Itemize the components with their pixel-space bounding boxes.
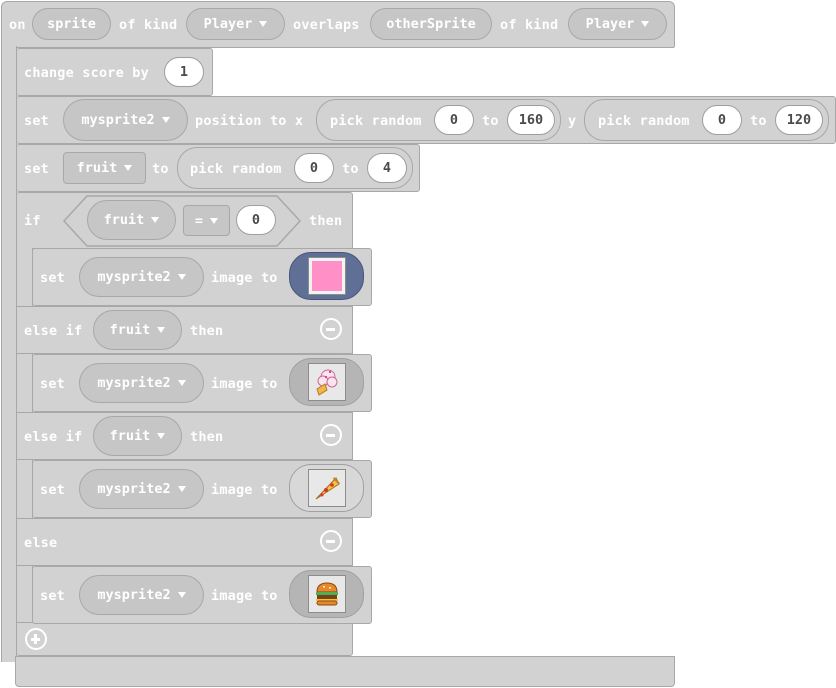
chevron-down-icon: [177, 486, 186, 492]
other-sprite-variable-dropdown[interactable]: otherSprite: [370, 8, 492, 40]
event-block-footer: [15, 656, 675, 687]
overlaps-label: overlaps: [293, 17, 360, 33]
fruit-max-field[interactable]: 4: [367, 153, 407, 183]
if-label: if: [24, 213, 41, 229]
change-score-label: change score by: [24, 65, 149, 81]
pizza-image: [307, 469, 346, 507]
set-label: set: [40, 270, 65, 286]
position-to-x-label: position to x: [195, 113, 304, 129]
remove-branch-icon[interactable]: [320, 318, 342, 340]
image-picker-selected[interactable]: [289, 252, 364, 300]
image-to-label: image to: [211, 482, 278, 498]
chevron-down-icon: [151, 217, 160, 223]
fruit-variable-dropdown[interactable]: fruit: [93, 416, 182, 456]
of-kind-label-2: of kind: [500, 17, 559, 33]
of-kind-label: of kind: [119, 17, 178, 33]
ice-cream-image: [307, 363, 346, 401]
compare-value-field[interactable]: 0: [236, 205, 276, 235]
x-min-field[interactable]: 0: [434, 105, 474, 135]
burger-image: [307, 575, 346, 613]
pink-square-image: [307, 257, 346, 295]
chevron-down-icon: [177, 380, 186, 386]
else-header: [16, 518, 353, 566]
on-label: on: [9, 17, 26, 33]
image-sprite-dropdown[interactable]: mysprite2: [79, 363, 204, 403]
pick-random-label: pick random: [190, 161, 282, 177]
image-picker[interactable]: [289, 570, 364, 618]
score-value-field[interactable]: 1: [164, 57, 204, 87]
image-sprite-dropdown[interactable]: mysprite2: [79, 469, 204, 509]
set-label: set: [24, 161, 49, 177]
position-sprite-dropdown[interactable]: mysprite2: [63, 99, 188, 141]
to-label-2: to: [750, 113, 767, 129]
to-label-2: to: [342, 161, 359, 177]
sprite-variable-dropdown[interactable]: sprite: [32, 8, 111, 40]
chevron-down-icon: [177, 592, 186, 598]
chevron-down-icon: [259, 21, 268, 27]
chevron-down-icon: [161, 117, 170, 123]
y-label: y: [568, 113, 577, 129]
event-block-body-bar: [1, 46, 17, 662]
x-max-field[interactable]: 160: [507, 105, 555, 135]
kind-dropdown-1[interactable]: Player: [186, 8, 285, 40]
to-label: to: [482, 113, 499, 129]
remove-branch-icon[interactable]: [320, 530, 342, 552]
image-sprite-dropdown[interactable]: mysprite2: [79, 575, 204, 615]
else-if-label: else if: [24, 429, 83, 445]
chevron-down-icon: [177, 274, 186, 280]
kind-dropdown-2[interactable]: Player: [568, 8, 667, 40]
image-sprite-dropdown[interactable]: mysprite2: [79, 257, 204, 297]
chevron-down-icon: [157, 327, 166, 333]
set-label: set: [40, 376, 65, 392]
y-max-field[interactable]: 120: [775, 105, 823, 135]
pick-random-label-2: pick random: [598, 113, 690, 129]
image-to-label: image to: [211, 376, 278, 392]
fruit-variable-dropdown[interactable]: fruit: [63, 152, 146, 184]
else-if-label: else if: [24, 323, 83, 339]
add-branch-icon[interactable]: [25, 628, 47, 650]
set-label: set: [40, 588, 65, 604]
image-to-label: image to: [211, 588, 278, 604]
chevron-down-icon: [210, 217, 219, 224]
chevron-down-icon: [124, 165, 133, 171]
image-picker[interactable]: [289, 464, 364, 512]
then-label: then: [190, 323, 224, 339]
then-label: then: [190, 429, 224, 445]
then-label: then: [309, 213, 343, 229]
fruit-min-field[interactable]: 0: [294, 153, 334, 183]
image-to-label: image to: [211, 270, 278, 286]
fruit-variable-dropdown[interactable]: fruit: [87, 200, 176, 240]
set-label: set: [40, 482, 65, 498]
remove-branch-icon[interactable]: [320, 424, 342, 446]
fruit-variable-dropdown[interactable]: fruit: [93, 310, 182, 350]
pick-random-label: pick random: [330, 113, 422, 129]
chevron-down-icon: [641, 21, 650, 27]
to-label: to: [152, 161, 169, 177]
y-min-field[interactable]: 0: [702, 105, 742, 135]
else-label: else: [24, 535, 58, 551]
set-label: set: [24, 113, 49, 129]
operator-dropdown[interactable]: =: [183, 205, 230, 236]
if-block-footer: [16, 622, 353, 656]
image-picker[interactable]: [289, 358, 364, 406]
chevron-down-icon: [157, 433, 166, 439]
